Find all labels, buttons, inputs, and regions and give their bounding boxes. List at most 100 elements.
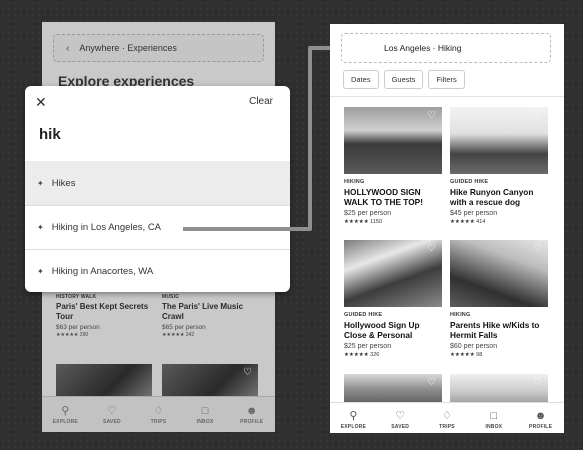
tab-trips[interactable]: ♢ TRIPS <box>427 410 467 430</box>
experience-card[interactable]: ♡ GUIDED HIKE Hike Runyon Canyon with a … <box>450 107 548 225</box>
card-photo[interactable]: ♡ <box>162 364 258 400</box>
person-icon: ☻ <box>534 410 547 422</box>
tab-label: SAVED <box>391 424 410 430</box>
tab-label: INBOX <box>196 418 214 425</box>
experience-card[interactable]: MUSIC The Paris' Live Music Crawl $65 pe… <box>162 294 258 338</box>
person-icon: ☻ <box>245 404 258 417</box>
card-rating: ★★★★★ 1150 <box>344 219 383 225</box>
tab-inbox[interactable]: □ INBOX <box>185 405 225 425</box>
card-rating: ★★★★★ 290 <box>56 332 89 338</box>
clear-button[interactable]: Clear <box>249 96 273 107</box>
search-overlay: ✕ Clear hik ✦ Hikes ✦ Hiking in Los Ange… <box>25 86 290 292</box>
right-phone-screen: Los Angeles · Hiking Dates Guests Filter… <box>330 24 564 433</box>
close-icon[interactable]: ✕ <box>35 94 47 111</box>
suggestion-item[interactable]: ✦ Hiking in Los Angeles, CA <box>25 205 290 249</box>
heart-icon: ♡ <box>106 404 117 417</box>
heart-icon[interactable]: ♡ <box>427 244 437 254</box>
sparkle-icon: ✦ <box>37 267 44 276</box>
airbnb-logo-icon: ♢ <box>153 404 164 417</box>
tab-saved[interactable]: ♡ SAVED <box>380 410 420 430</box>
card-price: $65 per person <box>162 324 206 331</box>
tab-label: TRIPS <box>439 424 455 430</box>
card-photo[interactable]: ♡ <box>344 374 442 404</box>
experience-card[interactable]: ♡ <box>450 374 548 404</box>
card-photo[interactable]: ♡ <box>450 374 548 404</box>
experience-card[interactable]: ♡ HIKING HOLLYWOOD SIGN WALK TO THE TOP!… <box>344 107 442 225</box>
sparkle-icon: ✦ <box>37 178 44 188</box>
divider <box>330 96 564 97</box>
heart-icon[interactable]: ♡ <box>427 111 437 121</box>
airbnb-logo-icon: ♢ <box>442 410 452 422</box>
card-rating: ★★★★★ 342 <box>162 332 195 338</box>
tab-profile[interactable]: ☻ PROFILE <box>521 410 561 430</box>
card-price: $45 per person <box>450 210 498 217</box>
message-icon: □ <box>490 410 498 422</box>
heart-icon[interactable]: ♡ <box>533 378 543 388</box>
card-category: HIKING <box>344 179 365 185</box>
sparkle-icon: ✦ <box>37 223 44 232</box>
tab-label: SAVED <box>102 418 121 425</box>
message-icon: □ <box>201 404 209 417</box>
suggestion-label: Hiking in Los Angeles, CA <box>51 222 162 233</box>
card-title: HOLLYWOOD SIGN WALK TO THE TOP! <box>344 187 423 207</box>
suggestion-item[interactable]: ✦ Hiking in Anacortes, WA <box>25 249 290 292</box>
left-tab-bar: ⚲ EXPLORE ♡ SAVED ♢ TRIPS □ INBOX ☻ PROF… <box>42 396 275 432</box>
card-category: GUIDED HIKE <box>450 179 489 185</box>
suggestion-label: Hiking in Anacortes, WA <box>51 266 154 277</box>
card-title: Hollywood Sign Up Close & Personal <box>344 320 420 340</box>
heart-icon[interactable]: ♡ <box>427 378 437 388</box>
suggestion-label: Hikes <box>51 177 76 189</box>
card-title: Parents Hike w/Kids to Hermit Falls <box>450 320 540 340</box>
card-photo[interactable]: ♡ <box>344 240 442 307</box>
card-price: $25 per person <box>344 210 392 217</box>
left-breadcrumb: Anywhere · Experiences <box>79 43 177 53</box>
card-title: The Paris' Live Music Crawl <box>162 302 244 321</box>
tab-explore[interactable]: ⚲ EXPLORE <box>333 410 373 430</box>
tab-label: INBOX <box>485 424 503 430</box>
experience-card[interactable]: ♡ <box>344 374 442 404</box>
card-photo[interactable]: ♡ <box>450 107 548 174</box>
tab-inbox[interactable]: □ INBOX <box>474 410 514 430</box>
experience-card[interactable]: HISTORY WALK Paris' Best Kept Secrets To… <box>56 294 152 338</box>
card-price: $25 per person <box>344 343 392 350</box>
back-chevron-icon[interactable]: ‹ <box>66 43 69 54</box>
left-search-bar[interactable]: ‹ Anywhere · Experiences <box>53 34 264 62</box>
right-breadcrumb: Los Angeles · Hiking <box>384 43 462 53</box>
card-category: GUIDED HIKE <box>344 312 383 318</box>
card-price: $60 per person <box>450 343 498 350</box>
filter-bar: Dates Guests Filters <box>343 70 465 89</box>
tab-label: EXPLORE <box>52 418 78 425</box>
filter-dates[interactable]: Dates <box>343 70 379 89</box>
experience-card[interactable]: ♡ HIKING Parents Hike w/Kids to Hermit F… <box>450 240 548 358</box>
tab-saved[interactable]: ♡ SAVED <box>92 405 132 425</box>
suggestion-item[interactable]: ✦ Hikes <box>25 161 290 205</box>
tab-label: EXPLORE <box>340 424 367 430</box>
search-input[interactable]: hik <box>39 126 61 143</box>
search-icon: ⚲ <box>61 404 70 417</box>
tab-explore[interactable]: ⚲ EXPLORE <box>45 405 85 425</box>
card-rating: ★★★★★ 414 <box>450 219 486 225</box>
heart-icon[interactable]: ♡ <box>533 244 543 254</box>
search-icon: ⚲ <box>349 410 358 422</box>
right-search-bar[interactable]: Los Angeles · Hiking <box>341 33 551 63</box>
card-photo[interactable]: ♡ <box>450 240 548 307</box>
heart-icon[interactable]: ♡ <box>243 368 253 378</box>
card-title: Paris' Best Kept Secrets Tour <box>56 302 149 321</box>
card-photo[interactable] <box>56 364 152 400</box>
tab-trips[interactable]: ♢ TRIPS <box>138 405 178 425</box>
filter-filters[interactable]: Filters <box>428 70 465 89</box>
card-category: HIKING <box>450 312 471 318</box>
right-tab-bar: ⚲ EXPLORE ♡ SAVED ♢ TRIPS □ INBOX ☻ PROF… <box>330 402 564 433</box>
card-title: Hike Runyon Canyon with a rescue dog <box>450 187 534 207</box>
card-photo[interactable]: ♡ <box>344 107 442 174</box>
tab-label: PROFILE <box>240 418 264 425</box>
card-category: MUSIC <box>162 294 180 300</box>
filter-guests[interactable]: Guests <box>383 70 424 89</box>
tab-profile[interactable]: ☻ PROFILE <box>232 405 272 425</box>
card-price: $63 per person <box>56 324 100 331</box>
heart-icon[interactable]: ♡ <box>533 111 543 121</box>
card-category: HISTORY WALK <box>56 294 97 300</box>
heart-icon: ♡ <box>395 410 406 422</box>
tab-label: PROFILE <box>529 424 553 430</box>
experience-card[interactable]: ♡ GUIDED HIKE Hollywood Sign Up Close & … <box>344 240 442 358</box>
